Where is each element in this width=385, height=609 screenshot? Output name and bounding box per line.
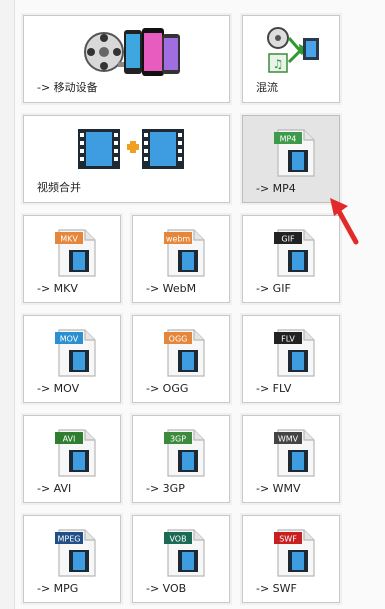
tile-webm-label: -> WebM	[146, 282, 197, 295]
tile-mov[interactable]: MOV -> MOV	[23, 315, 121, 403]
webm-file-icon: webm	[164, 229, 205, 277]
tile-flv-label: -> FLV	[256, 382, 292, 395]
avi-file-icon: AVI	[55, 429, 96, 477]
tile-wmv[interactable]: WMV -> WMV	[242, 415, 340, 503]
flv-badge-text: FLV	[281, 335, 295, 344]
tile-swf-label: -> SWF	[256, 582, 297, 595]
wmv-badge-text: WMV	[278, 435, 299, 444]
mp4-file-icon: MP4	[274, 129, 315, 177]
tile-video-merge[interactable]: 视频合并	[23, 115, 230, 203]
tile-mkv[interactable]: MKV -> MKV	[23, 215, 121, 303]
tile-ogg[interactable]: OGG -> OGG	[132, 315, 230, 403]
3gp-badge-text: 3GP	[170, 435, 186, 444]
ogg-file-icon: OGG	[164, 329, 205, 377]
tile-wmv-label: -> WMV	[256, 482, 301, 495]
ogg-badge-text: OGG	[169, 335, 188, 344]
tile-vob-label: -> VOB	[146, 582, 187, 595]
mov-file-icon: MOV	[55, 329, 96, 377]
converter-panel: -> 移动设备 ♫ 混流 视频合并 MP4 -> MP4 MKV -> MKV …	[0, 0, 385, 609]
tile-swf[interactable]: SWF -> SWF	[242, 515, 340, 603]
tile-mkv-label: -> MKV	[37, 282, 78, 295]
tile-mobile-device-label: -> 移动设备	[37, 81, 98, 94]
tile-avi[interactable]: AVI -> AVI	[23, 415, 121, 503]
tile-mobile-device[interactable]: -> 移动设备	[23, 15, 230, 103]
tile-mpg[interactable]: MPEG -> MPG	[23, 515, 121, 603]
mpg-badge-text: MPEG	[58, 535, 81, 544]
gif-badge-text: GIF	[281, 235, 295, 244]
tile-3gp-label: -> 3GP	[146, 482, 185, 495]
left-rail	[0, 0, 15, 609]
avi-badge-text: AVI	[63, 435, 76, 444]
gif-file-icon: GIF	[274, 229, 315, 277]
tile-mpg-label: -> MPG	[37, 582, 79, 595]
flv-file-icon: FLV	[274, 329, 315, 377]
swf-badge-text: SWF	[279, 535, 297, 544]
tile-flv[interactable]: FLV -> FLV	[242, 315, 340, 403]
tile-remux-label: 混流	[256, 81, 278, 94]
mobile-device-icon	[84, 28, 180, 76]
tile-avi-label: -> AVI	[37, 482, 72, 495]
tile-video-merge-label: 视频合并	[37, 181, 81, 194]
tile-webm[interactable]: webm -> WebM	[132, 215, 230, 303]
mov-badge-text: MOV	[60, 335, 79, 344]
mp4-badge-text: MP4	[280, 135, 297, 144]
pointer-arrow-icon	[330, 198, 359, 245]
mkv-badge-text: MKV	[60, 235, 78, 244]
tile-3gp[interactable]: 3GP -> 3GP	[132, 415, 230, 503]
video-merge-icon	[78, 129, 184, 169]
mkv-file-icon: MKV	[55, 229, 96, 277]
tile-mp4-label: -> MP4	[256, 182, 296, 195]
3gp-file-icon: 3GP	[164, 429, 205, 477]
vob-file-icon: VOB	[164, 529, 205, 577]
tile-mov-label: -> MOV	[37, 382, 80, 395]
tile-remux[interactable]: ♫ 混流	[242, 15, 340, 103]
webm-badge-text: webm	[166, 235, 191, 244]
tile-ogg-label: -> OGG	[146, 382, 189, 395]
tile-vob[interactable]: VOB -> VOB	[132, 515, 230, 603]
swf-file-icon: SWF	[274, 529, 315, 577]
mpg-file-icon: MPEG	[55, 529, 96, 577]
vob-badge-text: VOB	[169, 535, 186, 544]
tile-mp4[interactable]: MP4 -> MP4	[242, 115, 340, 203]
svg-text:♫: ♫	[273, 57, 284, 71]
remux-icon: ♫	[267, 27, 319, 73]
tile-gif-label: -> GIF	[256, 282, 291, 295]
wmv-file-icon: WMV	[274, 429, 315, 477]
